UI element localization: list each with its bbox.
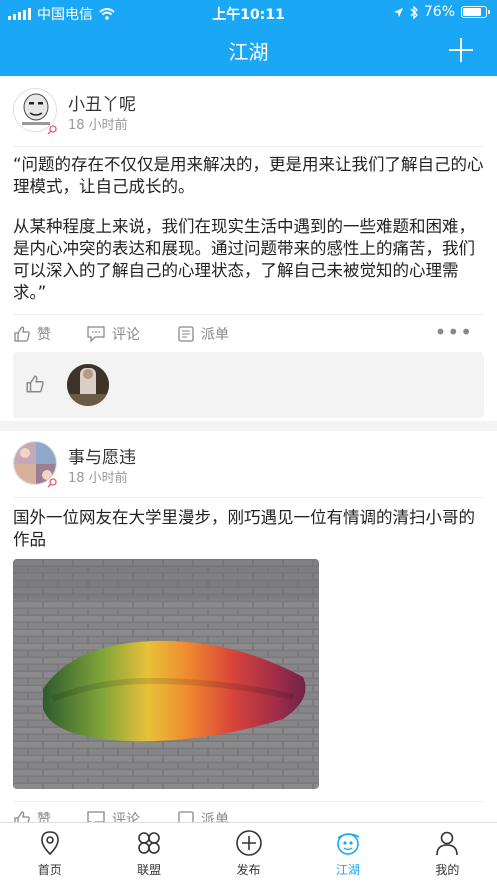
dispatch-button[interactable]: 派单: [177, 809, 229, 822]
thumbs-up-icon: [14, 811, 30, 822]
divider: [13, 801, 484, 802]
comment-icon: [87, 811, 105, 822]
liker-avatar[interactable]: [67, 364, 109, 406]
user-icon: [436, 831, 459, 856]
comment-button[interactable]: 评论: [86, 809, 140, 822]
tab-publish[interactable]: 发布: [199, 823, 298, 883]
liker-photo: [67, 364, 109, 406]
comment-icon: [87, 326, 105, 343]
plus-icon[interactable]: [447, 36, 475, 64]
leaves-on-pavement-photo: [13, 559, 319, 789]
post-card: 小丑丫呢 18 小时前 “问题的存在不仅仅是用来解决的，更是用来让我们了解自己的…: [0, 76, 497, 421]
tab-label: 联盟: [137, 863, 162, 877]
post-time: 18 小时前: [68, 471, 128, 486]
location-pin-icon: [40, 831, 59, 856]
bluetooth-icon: [410, 5, 418, 19]
post-text-paragraph: 国外一位网友在大学里漫步，刚巧遇见一位有情调的清扫小哥的作品: [13, 508, 475, 549]
dispatch-label: 派单: [201, 812, 229, 822]
tab-label: 首页: [37, 863, 62, 877]
battery-percent: 76%: [423, 4, 455, 20]
dispatch-button[interactable]: 派单: [177, 324, 229, 344]
like-label: 赞: [37, 812, 51, 822]
divider: [13, 146, 484, 147]
more-icon[interactable]: •••: [435, 320, 473, 344]
tab-label: 江湖: [335, 863, 360, 877]
header: 中国电信 上午10:11 76% 江湖: [0, 0, 497, 76]
dispatch-label: 派单: [201, 327, 229, 343]
location-arrow-icon: [393, 7, 403, 17]
divider: [13, 314, 484, 315]
feed: 小丑丫呢 18 小时前 “问题的存在不仅仅是用来解决的，更是用来让我们了解自己的…: [0, 76, 497, 822]
clover-icon: [138, 832, 160, 854]
like-label: 赞: [37, 327, 51, 343]
battery-icon: [461, 6, 490, 18]
comment-label: 评论: [112, 327, 140, 343]
page-title: 江湖: [228, 40, 269, 64]
dispatch-icon: [178, 326, 194, 342]
female-icon: [47, 478, 57, 488]
female-icon: [47, 125, 57, 135]
plus-circle-icon: [235, 830, 262, 856]
tab-bar: 首页 联盟 发布 江湖 我的: [0, 822, 497, 883]
planet-face-icon: [337, 833, 360, 855]
tab-home[interactable]: 首页: [0, 823, 99, 883]
post-text-paragraph: 从某种程度上来说，我们在现实生活中遇到的一些难题和困难，是内心冲突的表达和展现。…: [13, 217, 475, 302]
post-card: 事与愿违 18 小时前 国外一位网友在大学里漫步，刚巧遇见一位有情调的清扫小哥的…: [0, 431, 497, 822]
post-separator: [0, 421, 497, 431]
post-time: 18 小时前: [68, 118, 128, 133]
thumbs-up-icon: [14, 326, 30, 342]
post-text-paragraph: “问题的存在不仅仅是用来解决的，更是用来让我们了解自己的心理模式，让自己成长的。: [13, 155, 484, 196]
post-image[interactable]: [13, 559, 319, 789]
status-bar: 中国电信 上午10:11 76%: [0, 0, 497, 26]
like-button[interactable]: 赞: [13, 324, 51, 344]
tab-label: 我的: [435, 863, 460, 877]
post-username[interactable]: 事与愿违: [68, 443, 136, 468]
tab-alliance[interactable]: 联盟: [99, 823, 198, 883]
dispatch-icon: [178, 811, 194, 822]
tab-mine[interactable]: 我的: [398, 823, 497, 883]
comment-button[interactable]: 评论: [86, 324, 140, 344]
like-button[interactable]: 赞: [13, 809, 51, 822]
tab-jianghu[interactable]: 江湖: [298, 823, 397, 883]
thumbs-up-icon: [26, 375, 44, 393]
post-username[interactable]: 小丑丫呢: [68, 90, 136, 115]
comment-label: 评论: [112, 812, 140, 822]
tab-label: 发布: [236, 863, 261, 877]
divider: [13, 497, 484, 498]
likes-box: [13, 352, 484, 418]
